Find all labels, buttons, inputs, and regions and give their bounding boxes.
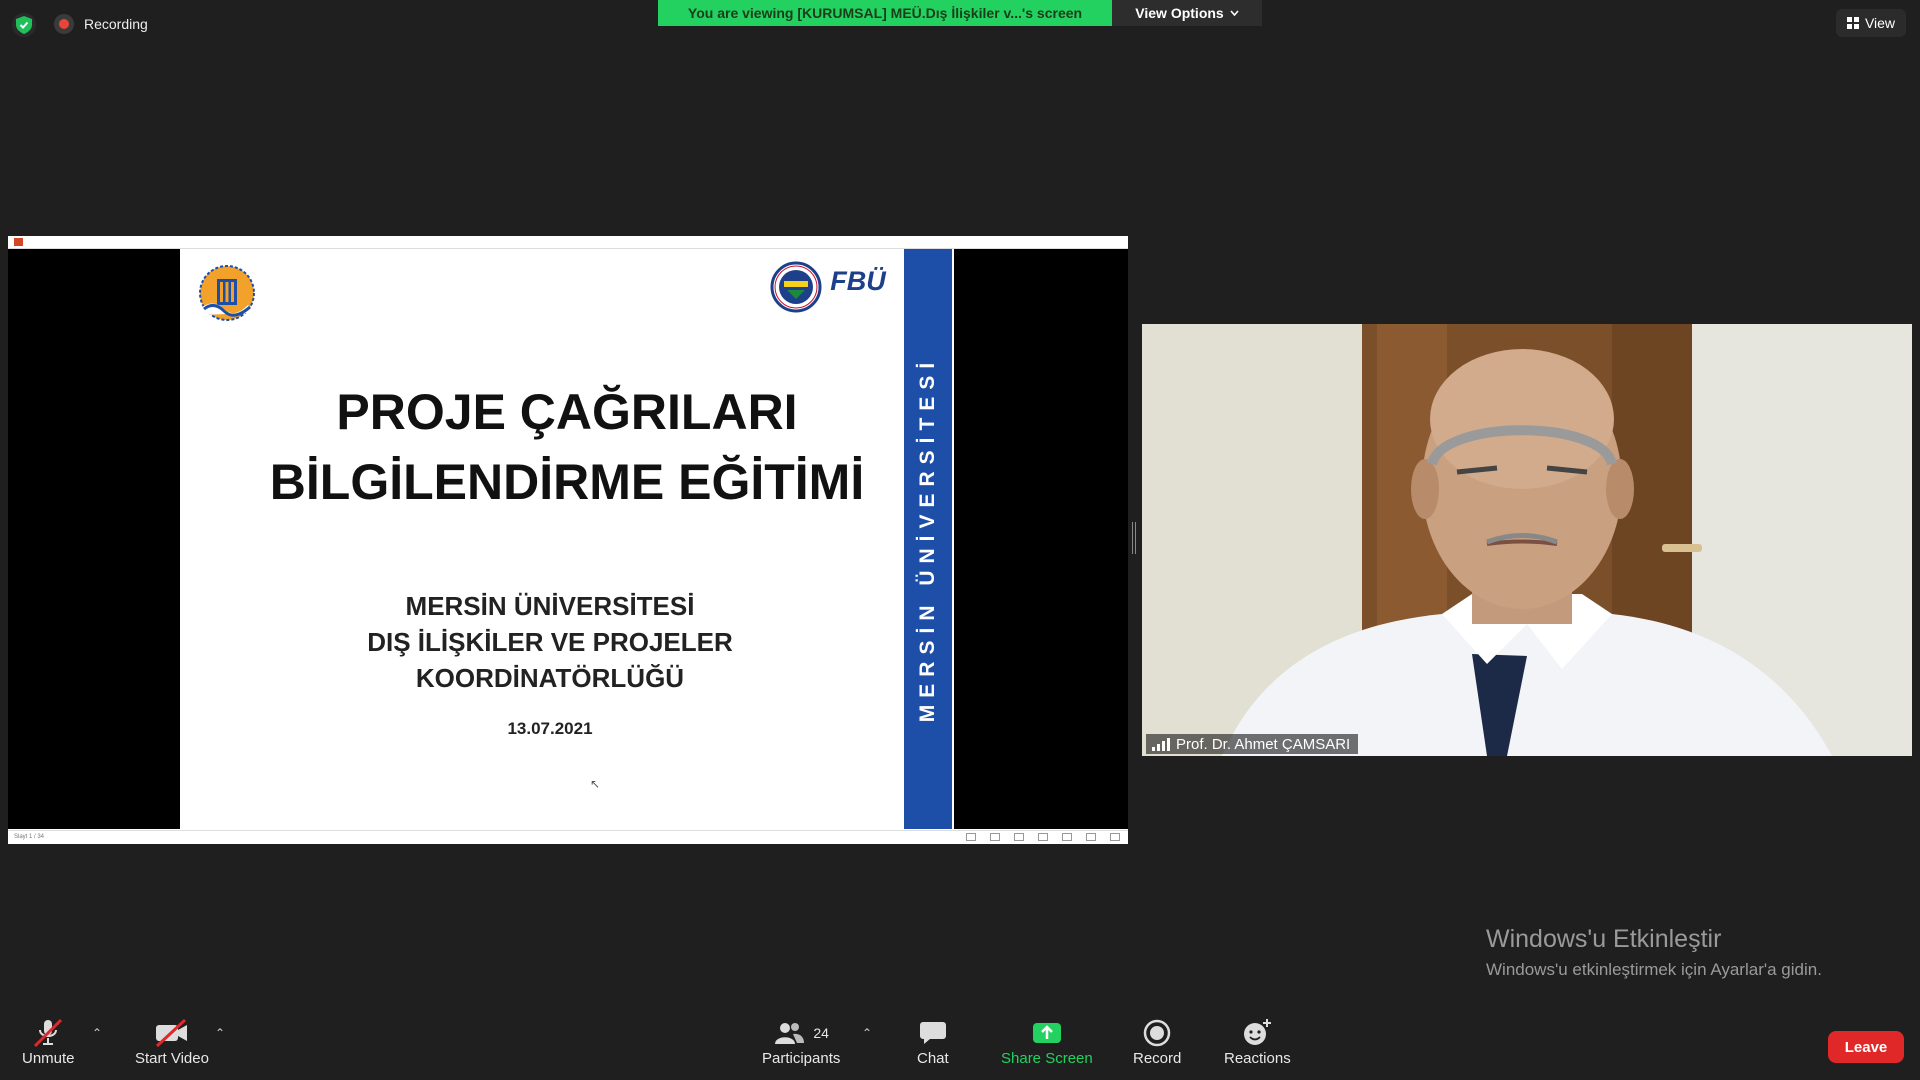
powerpoint-status-bar: Slayt 1 / 34 — [8, 830, 1128, 844]
slide-counter: Slayt 1 / 34 — [14, 834, 45, 840]
slide-letterbox-right — [954, 249, 1128, 829]
record-label: Record — [1133, 1050, 1182, 1067]
view-options-button[interactable]: View Options — [1112, 0, 1262, 26]
participants-icon — [775, 1023, 805, 1044]
slide-letterbox-left — [8, 249, 180, 829]
slide-title: PROJE ÇAĞRILARI BİLGİLENDİRME EĞİTİMİ — [180, 377, 954, 517]
fenerbahce-crest-logo — [770, 261, 822, 313]
chat-button[interactable]: Chat — [917, 1016, 949, 1067]
powerpoint-icon — [14, 238, 23, 246]
shared-screen: FBÜ ​ PROJE ÇAĞRILARI BİLGİLENDİRME EĞİT… — [8, 236, 1128, 844]
view-label: View — [1864, 15, 1896, 31]
windows-activation-subtitle: Windows'u etkinleştirmek için Ayarlar'a … — [1486, 960, 1822, 979]
start-video-label: Start Video — [135, 1050, 209, 1067]
participant-name: Prof. Dr. Ahmet ÇAMSARI — [1176, 735, 1351, 753]
audio-options-chevron-icon[interactable]: ⌃ — [92, 1026, 102, 1040]
record-icon — [1143, 1019, 1171, 1047]
powerpoint-title-strip — [8, 236, 1128, 249]
windows-activation-title: Windows'u Etkinleştir — [1486, 925, 1722, 953]
share-screen-label: Share Screen — [1001, 1050, 1093, 1067]
slide-vertical-text: MERSİN ÜNİVERSİTESİ — [916, 355, 939, 723]
mersin-university-logo — [199, 265, 255, 321]
view-button[interactable]: View — [1836, 9, 1906, 37]
slide-title-line-2: BİLGİLENDİRME EĞİTİMİ — [269, 454, 865, 510]
slide-subtitle-line-1: MERSİN ÜNİVERSİTESİ — [405, 591, 695, 621]
slide-date: 13.07.2021 — [507, 719, 593, 738]
leave-button[interactable]: Leave — [1828, 1031, 1904, 1063]
participant-video[interactable] — [1142, 324, 1912, 756]
meeting-toolbar — [0, 1008, 1920, 1080]
security-shield-icon[interactable] — [12, 13, 36, 37]
muted-microphone-icon — [34, 1018, 63, 1048]
share-screen-button[interactable]: Share Screen — [1001, 1016, 1093, 1067]
slide-title-line-1: PROJE ÇAĞRILARI — [336, 384, 798, 440]
unmute-label: Unmute — [22, 1050, 75, 1067]
panel-resize-handle[interactable] — [1132, 522, 1136, 554]
participant-count: 24 — [813, 1025, 829, 1041]
share-screen-icon — [1032, 1023, 1061, 1043]
viewing-banner: You are viewing [KURUMSAL] MEÜ.Dış İlişk… — [658, 0, 1112, 26]
slide-subtitle: MERSİN ÜNİVERSİTESİ DIŞ İLİŞKİLER VE PRO… — [180, 588, 920, 696]
chat-icon — [919, 1022, 946, 1044]
video-options-chevron-icon[interactable]: ⌃ — [215, 1026, 225, 1040]
chat-label: Chat — [917, 1050, 949, 1067]
video-off-icon — [155, 1018, 187, 1048]
recording-icon — [54, 14, 74, 34]
participant-name-tag: Prof. Dr. Ahmet ÇAMSARI — [1146, 734, 1359, 754]
status-bar-icons — [966, 833, 1120, 841]
participants-button[interactable]: 24 Participants — [762, 1016, 840, 1067]
chevron-down-icon — [1230, 10, 1239, 16]
recording-indicator[interactable]: Recording — [54, 14, 148, 34]
participants-label: Participants — [762, 1050, 841, 1067]
reactions-smiley-icon — [1244, 1019, 1272, 1045]
participant-video-frame — [1142, 324, 1912, 756]
unmute-button[interactable]: Unmute — [22, 1016, 75, 1067]
signal-strength-icon — [1152, 737, 1170, 751]
slide-subtitle-line-2: DIŞ İLİŞKİLER VE PROJELER — [367, 627, 733, 657]
reactions-label: Reactions — [1224, 1050, 1291, 1067]
start-video-button[interactable]: Start Video — [135, 1016, 209, 1067]
record-button[interactable]: Record — [1133, 1016, 1181, 1067]
view-options-label: View Options — [1135, 5, 1224, 21]
mouse-cursor-icon: ↖ — [590, 777, 601, 791]
recording-label: Recording — [84, 16, 148, 32]
participants-options-chevron-icon[interactable]: ⌃ — [862, 1026, 872, 1040]
slide-subtitle-line-3: KOORDİNATÖRLÜĞÜ — [415, 663, 685, 693]
fbu-logo: FBÜ ​ — [828, 267, 888, 303]
presentation-slide: FBÜ ​ PROJE ÇAĞRILARI BİLGİLENDİRME EĞİT… — [180, 249, 954, 829]
reactions-button[interactable]: Reactions — [1224, 1016, 1291, 1067]
grid-view-icon — [1846, 17, 1859, 29]
